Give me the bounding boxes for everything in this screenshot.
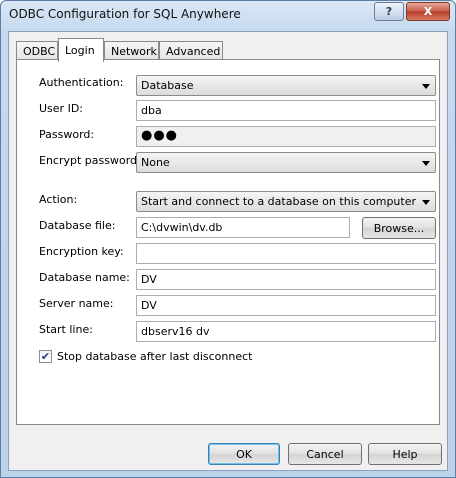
action-label: Action:	[39, 193, 78, 206]
start-line-label: Start line:	[39, 323, 93, 336]
tab-login[interactable]: Login	[58, 38, 104, 62]
server-name-label: Server name:	[39, 297, 114, 310]
title-bar[interactable]: ODBC Configuration for SQL Anywhere ? X	[1, 1, 455, 31]
ok-button[interactable]: OK	[208, 443, 280, 465]
encryption-key-input[interactable]	[136, 243, 436, 264]
chevron-down-icon	[422, 200, 430, 205]
stop-database-label: Stop database after last disconnect	[57, 350, 253, 363]
login-tab-panel: Authentication: Database User ID: dba Pa…	[16, 59, 440, 425]
database-file-input[interactable]: C:\dvwin\dv.db	[136, 217, 350, 238]
chevron-down-icon	[422, 161, 430, 166]
title-help-button[interactable]: ?	[374, 2, 404, 21]
password-label: Password:	[39, 128, 95, 141]
tab-network[interactable]: Network	[104, 41, 159, 61]
authentication-value: Database	[141, 79, 194, 92]
encrypt-password-label: Encrypt password:	[39, 154, 141, 167]
user-id-label: User ID:	[39, 102, 83, 115]
action-value: Start and connect to a database on this …	[141, 195, 416, 208]
cancel-button[interactable]: Cancel	[288, 443, 362, 465]
encryption-key-label: Encryption key:	[39, 245, 124, 258]
tab-odbc[interactable]: ODBC	[16, 41, 58, 61]
help-button[interactable]: Help	[368, 443, 442, 465]
dialog-window: ODBC Configuration for SQL Anywhere ? X …	[0, 0, 456, 478]
browse-button[interactable]: Browse...	[362, 217, 436, 239]
tab-advanced[interactable]: Advanced	[159, 41, 223, 61]
checkmark-icon: ✔	[40, 350, 51, 363]
password-input[interactable]: ●●●	[136, 126, 436, 147]
stop-database-option[interactable]: ✔ Stop database after last disconnect	[39, 350, 252, 363]
start-line-input[interactable]: dbserv16 dv	[136, 321, 436, 342]
authentication-select[interactable]: Database	[136, 75, 436, 96]
user-id-input[interactable]: dba	[136, 100, 436, 121]
database-file-label: Database file:	[39, 219, 116, 232]
encrypt-password-value: None	[141, 156, 170, 169]
encrypt-password-select[interactable]: None	[136, 152, 436, 173]
chevron-down-icon	[422, 84, 430, 89]
authentication-label: Authentication:	[39, 76, 124, 89]
action-select[interactable]: Start and connect to a database on this …	[136, 191, 436, 212]
database-name-label: Database name:	[39, 271, 130, 284]
database-name-input[interactable]: DV	[136, 269, 436, 290]
server-name-input[interactable]: DV	[136, 295, 436, 316]
stop-database-checkbox[interactable]: ✔	[39, 350, 52, 363]
question-mark-icon: ?	[385, 5, 393, 18]
close-button[interactable]: X	[406, 2, 450, 21]
window-title: ODBC Configuration for SQL Anywhere	[9, 7, 241, 21]
dialog-body: ODBC Login Network Advanced Authenticati…	[8, 31, 448, 471]
close-icon: X	[423, 5, 433, 18]
